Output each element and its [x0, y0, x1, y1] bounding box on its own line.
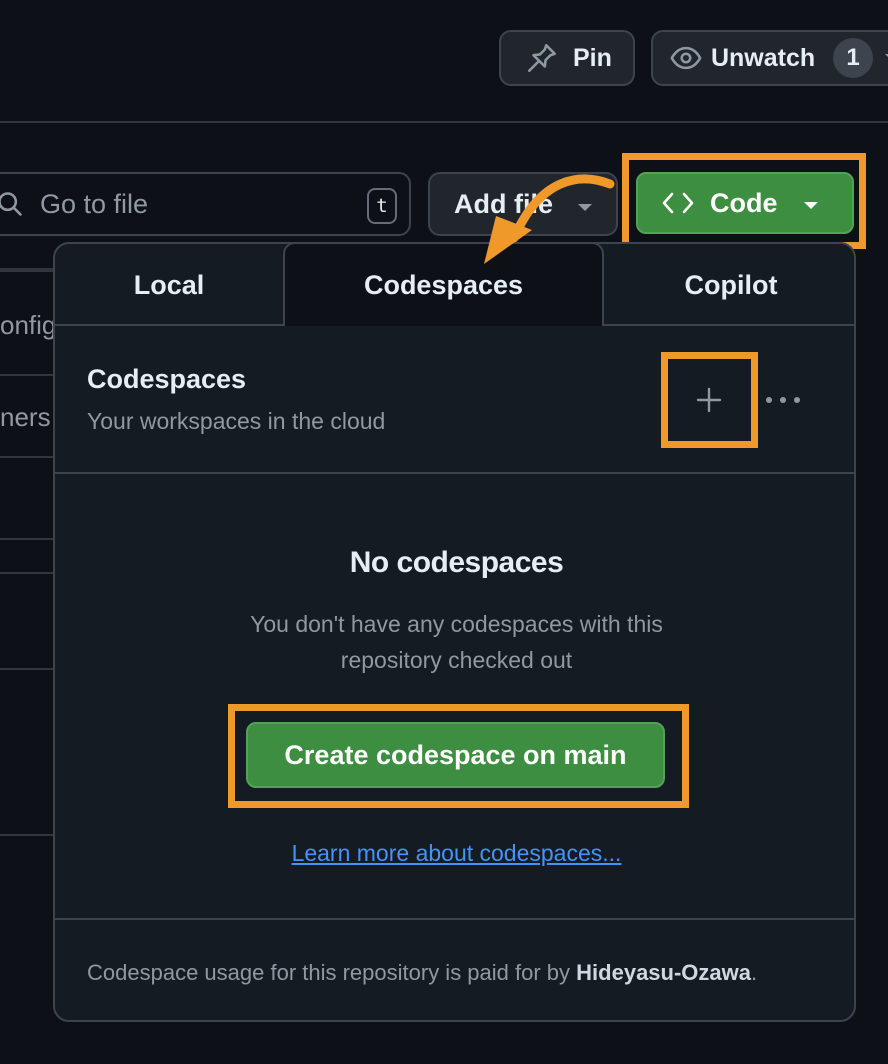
caret-down-icon	[578, 204, 592, 211]
empty-state-description: You don't have any codespaces with this …	[250, 611, 663, 673]
tab-codespaces[interactable]: Codespaces	[283, 244, 604, 326]
code-button[interactable]: Code	[636, 172, 854, 234]
file-list-divider	[0, 834, 60, 836]
repo-header: Pin Unwatch 1	[0, 0, 888, 123]
shortcut-key-hint: t	[367, 188, 397, 224]
caret-down-icon	[804, 202, 818, 209]
codespaces-section-header: Codespaces Your workspaces in the cloud	[55, 326, 854, 474]
go-to-file-input[interactable]	[40, 188, 340, 220]
tab-local[interactable]: Local	[55, 244, 283, 326]
code-dropdown-panel: Local Codespaces Copilot Codespaces Your…	[53, 242, 856, 1022]
tab-copilot[interactable]: Copilot	[604, 244, 854, 326]
file-list-divider	[0, 538, 60, 540]
pin-label: Pin	[573, 43, 612, 72]
code-brackets-icon	[662, 192, 694, 214]
create-codespace-button[interactable]: Create codespace on main	[246, 722, 665, 788]
file-list-divider	[0, 668, 60, 670]
billing-suffix: .	[751, 960, 758, 985]
panel-footer: Codespace usage for this repository is p…	[55, 918, 854, 1020]
plus-icon	[696, 387, 722, 413]
new-codespace-button[interactable]	[681, 374, 737, 426]
go-to-file-field[interactable]: t	[0, 172, 411, 236]
more-options-button[interactable]	[759, 384, 807, 416]
add-file-button[interactable]: Add file	[428, 172, 618, 236]
billing-note: Codespace usage for this repository is p…	[87, 960, 757, 986]
file-list-border	[0, 268, 60, 272]
eye-icon	[670, 46, 702, 70]
kebab-icon	[766, 397, 800, 403]
file-list-divider	[0, 572, 60, 574]
file-list-divider	[0, 374, 60, 376]
caret-down-icon	[885, 54, 888, 57]
unwatch-button[interactable]: Unwatch 1	[651, 30, 888, 86]
page: Pin Unwatch 1 t Add file	[0, 0, 888, 1064]
file-name-fragment: ners	[0, 402, 51, 432]
section-title: Codespaces	[87, 364, 247, 394]
billing-prefix: Codespace usage for this repository is p…	[87, 960, 577, 985]
search-icon	[0, 192, 22, 216]
tab-bar: Local Codespaces Copilot	[55, 244, 854, 326]
watch-count-badge: 1	[833, 38, 874, 78]
file-list-divider	[0, 456, 60, 458]
learn-more-link[interactable]: Learn more about codespaces...	[55, 840, 854, 867]
pin-button[interactable]: Pin	[499, 30, 635, 86]
section-subtitle: Your workspaces in the cloud	[87, 408, 386, 434]
file-name-fragment: onfig	[0, 310, 56, 340]
add-file-label: Add file	[454, 188, 553, 219]
code-label: Code	[710, 187, 778, 218]
unwatch-label: Unwatch	[710, 43, 816, 72]
billing-owner: Hideyasu-Ozawa	[576, 960, 751, 985]
empty-state-title: No codespaces	[349, 546, 564, 579]
pin-icon	[527, 43, 557, 73]
